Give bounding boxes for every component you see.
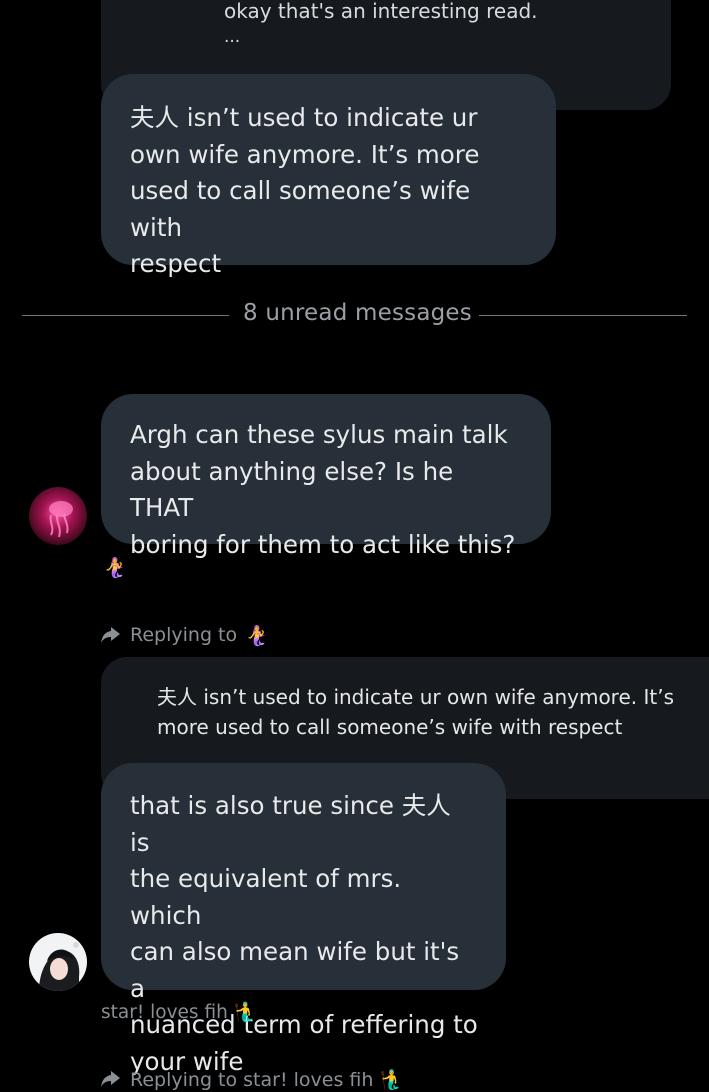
quoted-message-line-1: okay that's an interesting read. — [224, 0, 538, 23]
sender-name: star! loves fih 🧜‍♂️ — [101, 1002, 257, 1023]
message-bubble[interactable]: that is also true since 夫人 is the equiva… — [101, 763, 506, 1076]
reply-arrow-icon — [101, 627, 120, 643]
sender-avatar[interactable] — [29, 933, 87, 991]
reply-indicator: Replying to 🧜‍♀️ — [100, 622, 269, 648]
replying-to-name: 🧜‍♀️ — [245, 624, 269, 647]
quoted-message-line-2: ... — [224, 27, 241, 47]
unread-divider-line-left — [22, 315, 229, 316]
jellyfish-avatar-icon — [29, 487, 87, 545]
sender-avatar[interactable] — [29, 487, 87, 545]
reply-arrow-icon — [101, 1071, 120, 1087]
message-bubble[interactable]: 夫人 isn’t used to indicate ur own wife an… — [101, 74, 556, 278]
replying-to-label: Replying to — [130, 624, 238, 646]
girl-portrait-avatar-icon — [29, 933, 87, 991]
unread-divider-line-right — [479, 315, 687, 316]
unread-messages-label: 8 unread messages — [243, 300, 472, 326]
sender-name: 🧜‍♀️ — [103, 557, 127, 579]
replying-to-label: Replying to star! loves fih 🧜‍♂️ — [130, 1068, 404, 1091]
quoted-message-text: 夫人 isn’t used to indicate ur own wife an… — [157, 685, 675, 739]
reply-indicator: Replying to star! loves fih 🧜‍♂️ — [100, 1066, 403, 1092]
message-bubble[interactable]: Argh can these sylus main talk about any… — [101, 394, 551, 559]
